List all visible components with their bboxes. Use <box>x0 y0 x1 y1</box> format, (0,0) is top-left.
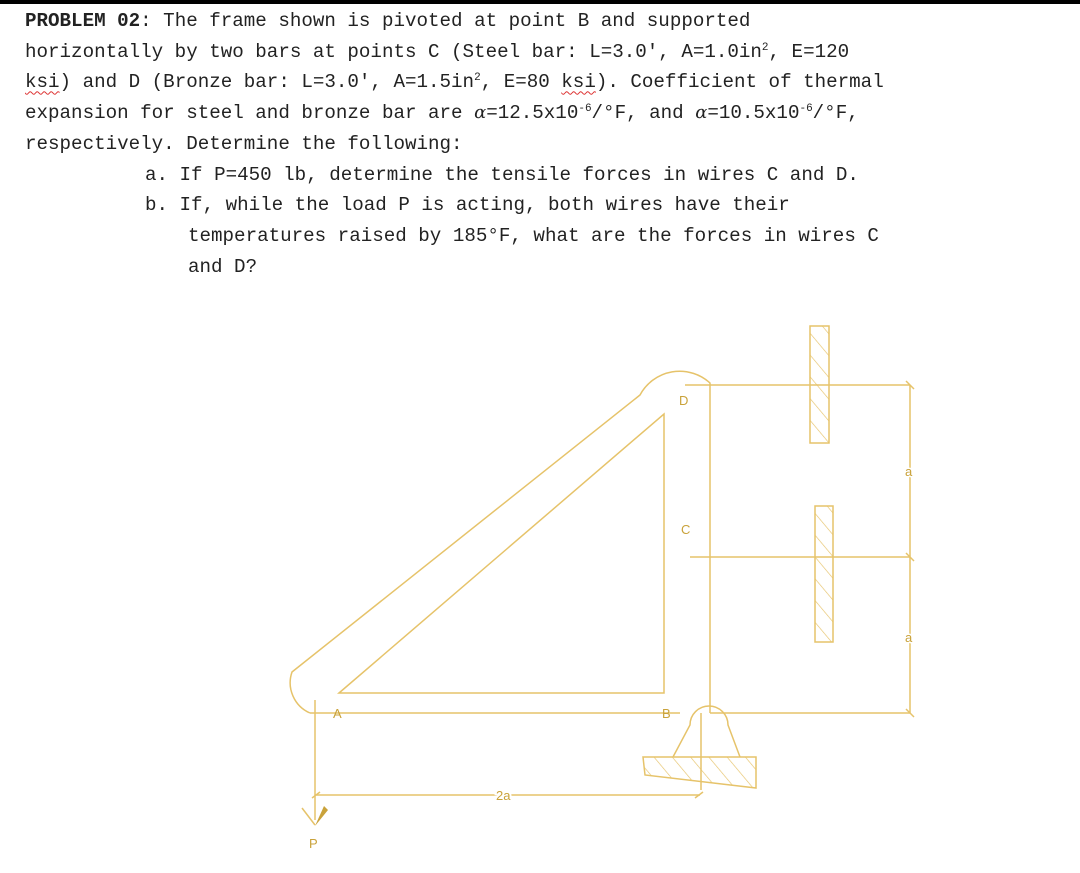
bar-C-steel <box>814 505 834 643</box>
label-B: B <box>662 706 671 721</box>
frame-inner-triangle <box>336 412 665 694</box>
load-arrow-left <box>301 807 316 826</box>
label-D: D <box>679 393 688 408</box>
ground-base <box>642 756 757 789</box>
frame-diagram: A B C D P 2a a a <box>289 325 915 851</box>
label-a-lower: a <box>905 630 913 645</box>
label-A: A <box>333 706 342 721</box>
label-C: C <box>681 522 690 537</box>
load-arrow-head <box>315 806 328 826</box>
label-2a: 2a <box>496 788 511 803</box>
frame-outer-outline <box>289 370 711 714</box>
label-a-upper: a <box>905 464 913 479</box>
label-P: P <box>309 836 318 851</box>
